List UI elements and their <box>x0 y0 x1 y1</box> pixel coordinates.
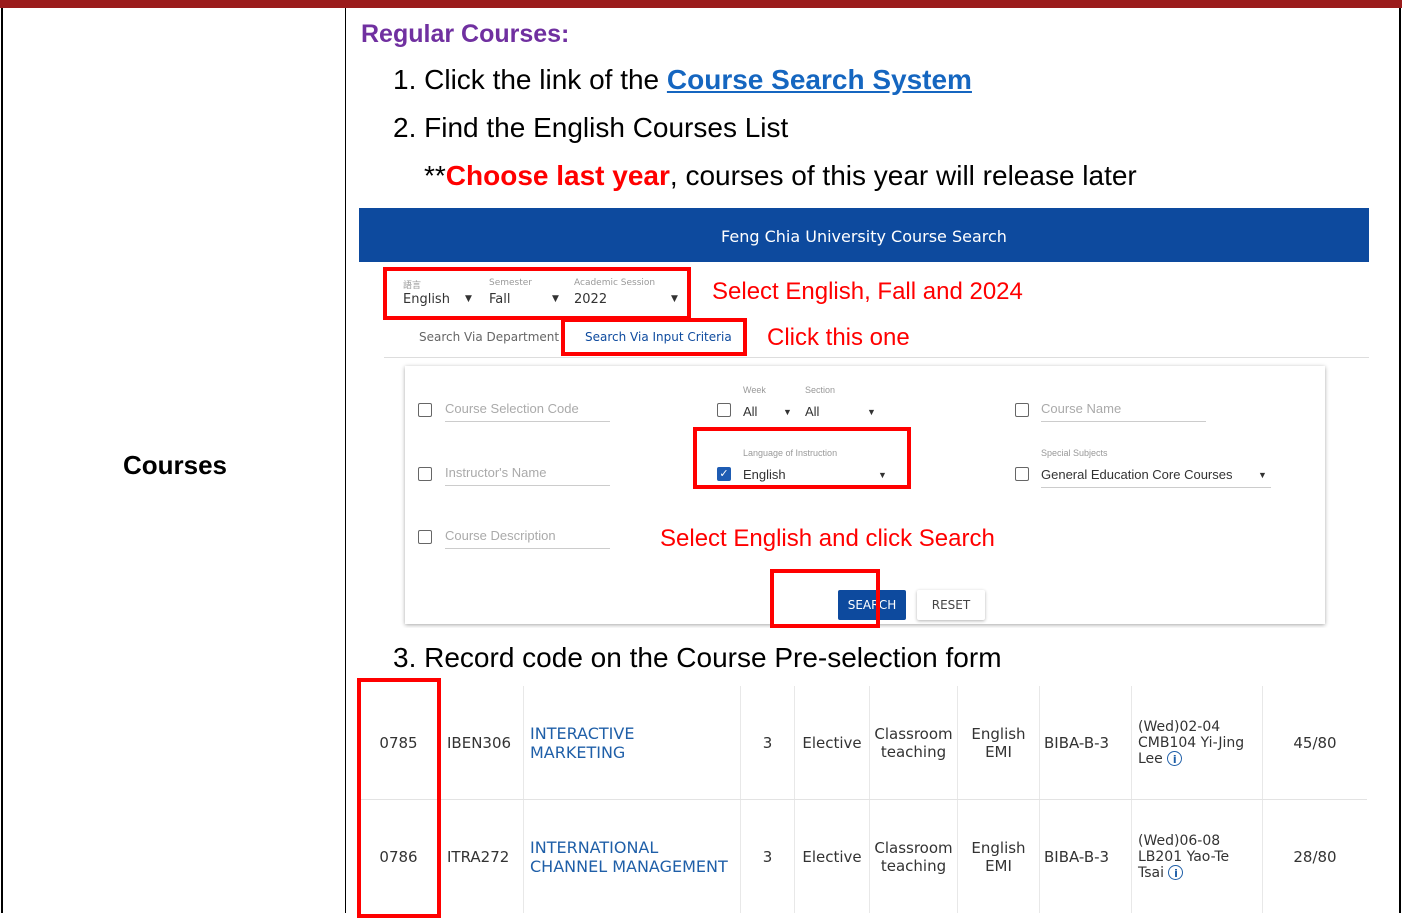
enrolled-cell: 28/80 <box>1293 847 1337 866</box>
course-search-link[interactable]: Course Search System <box>667 64 972 95</box>
special-subjects-label: Special Subjects <box>1041 448 1108 458</box>
course-code-input[interactable]: Course Selection Code <box>445 401 610 422</box>
table-row: 0786 ITRA272 INTERNATIONAL CHANNEL MANAG… <box>359 800 1367 913</box>
description-input[interactable]: Course Description <box>445 528 610 549</box>
method-cell: Classroom teaching <box>870 800 958 913</box>
note-emphasis: Choose last year <box>445 160 670 191</box>
special-subjects-checkbox[interactable] <box>1015 467 1029 481</box>
schedule-text: (Wed)02-04 CMB104 Yi-Jing Lee i <box>1138 719 1256 767</box>
table-row: 0785 IBEN306 INTERACTIVE MARKETING 3 Ele… <box>359 686 1367 800</box>
course-search-screenshot: Feng Chia University Course Search 語言 En… <box>359 208 1369 628</box>
section-heading: Regular Courses: <box>361 20 570 48</box>
highlight-box-language <box>693 427 911 489</box>
column-divider <box>345 8 346 913</box>
note-rest: , courses of this year will release late… <box>669 160 1137 191</box>
special-subjects-select[interactable]: General Education Core Courses <box>1041 467 1271 488</box>
chevron-down-icon: ▼ <box>1258 470 1267 480</box>
app-title-bar: Feng Chia University Course Search <box>359 208 1369 262</box>
reset-button[interactable]: RESET <box>917 590 985 620</box>
type-cell: Elective <box>795 800 870 913</box>
course-code-checkbox[interactable] <box>418 403 432 417</box>
course-id-cell: IBEN306 <box>439 686 524 799</box>
course-name-checkbox[interactable] <box>1015 403 1029 417</box>
class-cell: BIBA-B-3 <box>1040 800 1132 913</box>
week-checkbox[interactable] <box>717 403 731 417</box>
section-label: Section <box>805 385 836 395</box>
section-select[interactable]: All <box>805 404 865 424</box>
description-checkbox[interactable] <box>418 530 432 544</box>
type-cell: Elective <box>795 686 870 799</box>
schedule-cell: (Wed)06-08 LB201 Yao-Te Tsai i <box>1132 800 1263 913</box>
chevron-down-icon: ▼ <box>867 407 876 417</box>
credits-cell: 3 <box>741 800 795 913</box>
note-prefix: ** <box>424 160 446 191</box>
language-cell: English EMI <box>958 800 1040 913</box>
step-2: 2. Find the English Courses List <box>393 112 789 143</box>
course-name-input[interactable]: Course Name <box>1041 401 1206 422</box>
course-id-cell: ITRA272 <box>439 800 524 913</box>
info-icon[interactable]: i <box>1167 751 1183 766</box>
step-1-text: 1. Click the link of the <box>393 64 667 95</box>
schedule-value: (Wed)06-08 LB201 Yao-Te Tsai <box>1138 832 1230 881</box>
credits-cell: 3 <box>741 686 795 799</box>
schedule-cell: (Wed)02-04 CMB104 Yi-Jing Lee i <box>1132 686 1263 799</box>
week-label: Week <box>743 385 766 395</box>
header-bar <box>0 0 1402 8</box>
course-name-link[interactable]: INTERACTIVE MARKETING <box>524 686 741 799</box>
course-name-link[interactable]: INTERNATIONAL CHANNEL MANAGEMENT <box>524 800 741 913</box>
annotation-select: Select English, Fall and 2024 <box>712 278 1023 305</box>
enrolled-cell: 45/80 <box>1293 733 1337 752</box>
highlight-box-tab <box>561 318 747 356</box>
row-label: Courses <box>122 450 228 480</box>
instructor-checkbox[interactable] <box>418 467 432 481</box>
highlight-box-selects <box>383 267 691 320</box>
step-1: 1. Click the link of the Course Search S… <box>393 64 972 96</box>
highlight-box-search <box>770 569 880 628</box>
annotation-search: Select English and click Search <box>660 525 995 552</box>
class-cell: BIBA-B-3 <box>1040 686 1132 799</box>
course-results-table: 0785 IBEN306 INTERACTIVE MARKETING 3 Ele… <box>359 686 1367 913</box>
info-icon[interactable]: i <box>1168 865 1184 880</box>
tab-search-via-department[interactable]: Search Via Department <box>419 330 559 344</box>
instructor-input[interactable]: Instructor's Name <box>445 465 610 486</box>
schedule-value: (Wed)02-04 CMB104 Yi-Jing Lee <box>1138 718 1245 767</box>
language-cell: English EMI <box>958 686 1040 799</box>
note: **Choose last year, courses of this year… <box>424 160 1137 192</box>
schedule-text: (Wed)06-08 LB201 Yao-Te Tsai i <box>1138 833 1256 881</box>
chevron-down-icon: ▼ <box>783 407 792 417</box>
step-3: 3. Record code on the Course Pre-selecti… <box>393 642 1002 673</box>
highlight-box-codes <box>357 678 441 918</box>
method-cell: Classroom teaching <box>870 686 958 799</box>
tab-underline <box>384 357 1369 358</box>
annotation-click: Click this one <box>767 324 910 351</box>
